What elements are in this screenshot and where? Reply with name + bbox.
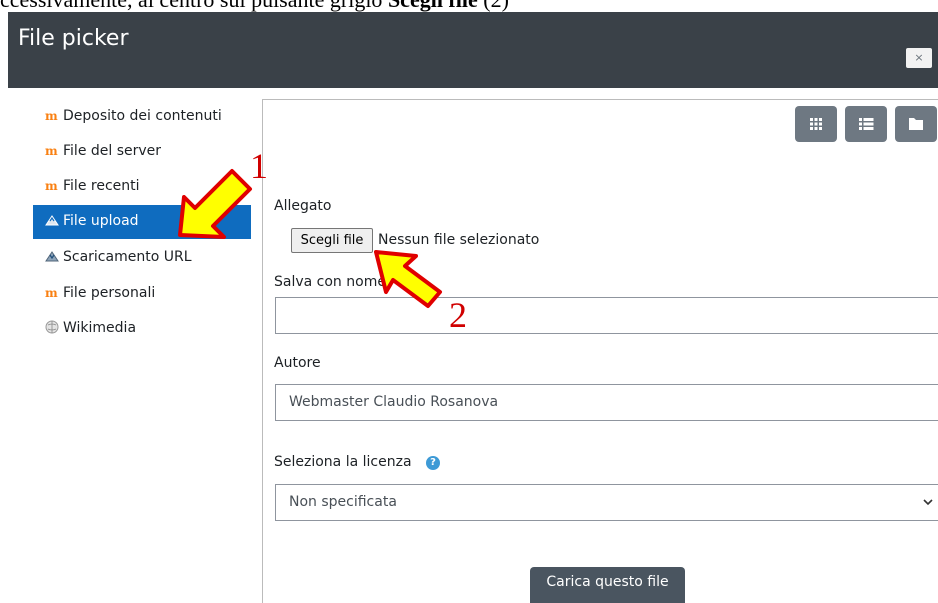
folder-icon — [909, 118, 923, 130]
upload-icon — [45, 213, 61, 231]
caption-text: ccessivamente, al centro sul pulsante gr… — [0, 0, 938, 12]
dialog-title: File picker — [18, 26, 129, 51]
help-icon[interactable]: ? — [426, 456, 440, 470]
moodle-icon: m — [45, 144, 58, 158]
sidebar-item-wikimedia[interactable]: Wikimedia — [33, 312, 251, 347]
grid-icon — [810, 118, 822, 130]
wikimedia-icon — [45, 320, 61, 339]
license-selected-value: Non specificata — [289, 494, 397, 510]
author-input[interactable]: Webmaster Claudio Rosanova — [275, 384, 938, 421]
list-view-button[interactable] — [845, 106, 887, 142]
sidebar-item-label: File personali — [63, 285, 156, 301]
sidebar-item-label: Scaricamento URL — [63, 249, 192, 265]
upload-file-button[interactable]: Carica questo file — [530, 567, 685, 603]
panel-top-border — [262, 99, 938, 100]
chevron-down-icon — [922, 485, 934, 534]
sidebar-item-file-del-server[interactable]: m File del server — [33, 135, 251, 168]
annotation-arrow-one — [178, 169, 252, 239]
attachment-label: Allegato — [274, 198, 332, 214]
sidebar-item-label: Deposito dei contenuti — [63, 108, 222, 124]
sidebar-item-scaricamento-url[interactable]: Scaricamento URL — [33, 241, 251, 275]
download-icon — [45, 249, 61, 267]
sidebar-item-label: Wikimedia — [63, 320, 137, 336]
choose-file-button[interactable]: Scegli file — [291, 228, 373, 253]
moodle-icon: m — [45, 109, 58, 123]
annotation-arrow-two — [374, 250, 442, 308]
list-icon — [859, 118, 874, 130]
icon-view-button[interactable] — [795, 106, 837, 142]
moodle-icon: m — [45, 179, 58, 193]
annotation-number-two: 2 — [449, 295, 467, 335]
sidebar-item-deposito[interactable]: m Deposito dei contenuti — [33, 100, 251, 133]
license-label: Seleziona la licenza — [274, 454, 412, 470]
file-picker-header: File picker × — [8, 12, 938, 88]
save-as-label: Salva con nome — [274, 274, 386, 290]
license-select[interactable]: Non specificata — [275, 484, 938, 521]
close-button[interactable]: × — [906, 48, 932, 68]
sidebar-item-label: File upload — [63, 213, 139, 229]
tree-view-button[interactable] — [895, 106, 937, 142]
sidebar-item-label: File del server — [63, 143, 162, 159]
sidebar-item-file-personali[interactable]: m File personali — [33, 277, 251, 310]
sidebar-item-label: File recenti — [63, 178, 140, 194]
moodle-icon: m — [45, 286, 58, 300]
author-label: Autore — [274, 355, 321, 371]
